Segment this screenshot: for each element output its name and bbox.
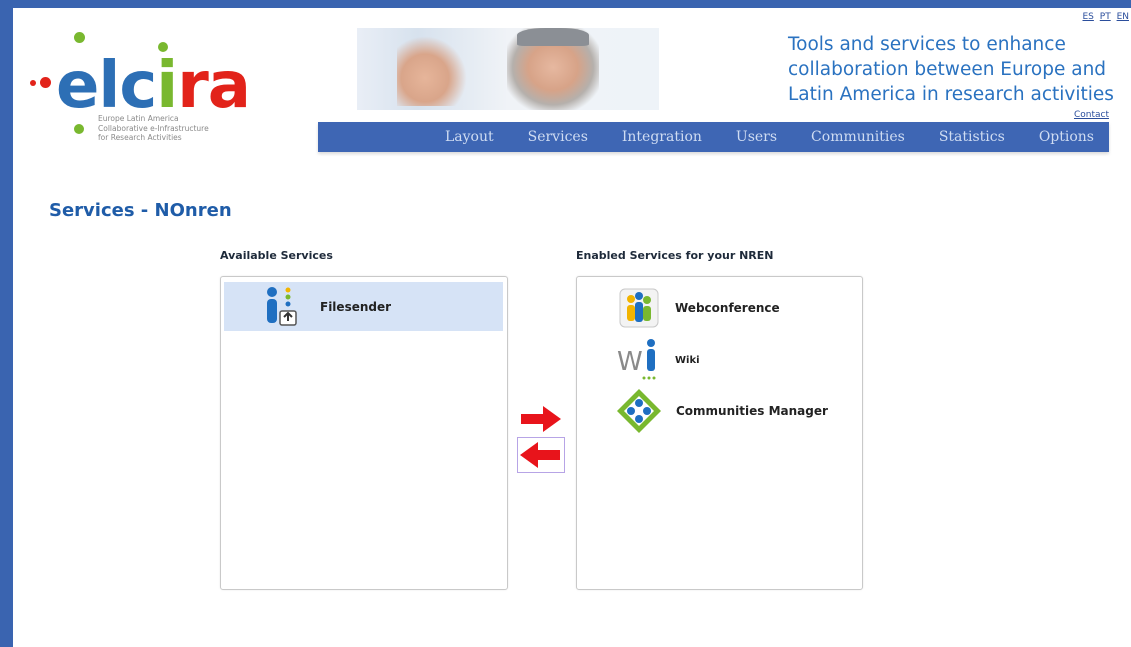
- page-title: Services - NOnren: [49, 200, 232, 221]
- contact-link[interactable]: Contact: [1074, 110, 1109, 120]
- service-item-webconference[interactable]: Webconference: [617, 285, 780, 331]
- nav-integration[interactable]: Integration: [622, 129, 702, 145]
- window-frame-left: [0, 0, 13, 647]
- nav-communities[interactable]: Communities: [811, 129, 905, 145]
- main-nav: Layout Services Integration Users Commun…: [318, 122, 1109, 152]
- window-frame-top: [0, 0, 1131, 8]
- svg-text:W: W: [617, 347, 643, 377]
- service-item-communities-manager[interactable]: Communities Manager: [615, 387, 828, 435]
- service-item-label: Filesender: [320, 299, 392, 314]
- webconference-icon: [617, 286, 661, 330]
- available-services-label: Available Services: [220, 249, 333, 262]
- nav-layout[interactable]: Layout: [445, 129, 494, 145]
- service-item-wiki[interactable]: W Wiki: [617, 337, 700, 383]
- service-item-label: Webconference: [675, 301, 780, 315]
- enabled-services-list[interactable]: Webconference W Wiki Communities Manager: [576, 276, 863, 590]
- nav-users[interactable]: Users: [736, 129, 777, 145]
- tagline: Tools and services to enhance collaborat…: [788, 34, 1114, 105]
- communities-manager-icon: [615, 387, 663, 435]
- service-item-filesender[interactable]: Filesender: [224, 282, 503, 331]
- logo-subtitle: Europe Latin America Collaborative e-Inf…: [98, 114, 209, 142]
- filesender-icon: [262, 285, 306, 329]
- nav-statistics[interactable]: Statistics: [939, 129, 1005, 145]
- logo-wordmark: elcira: [56, 49, 251, 123]
- photo-hair: [517, 28, 589, 46]
- remove-service-button[interactable]: [517, 437, 565, 473]
- lang-es-link[interactable]: ES: [1082, 12, 1093, 22]
- available-services-list[interactable]: Filesender: [220, 276, 508, 590]
- logo-dot-icon: [74, 124, 84, 134]
- add-service-button[interactable]: [517, 402, 565, 438]
- photo-hand: [397, 36, 467, 106]
- elcira-logo[interactable]: elcira Europe Latin America Collaborativ…: [26, 28, 276, 153]
- logo-dot-icon: [40, 77, 51, 88]
- logo-dot-icon: [74, 32, 85, 43]
- header-photo: [357, 28, 659, 110]
- lang-en-link[interactable]: EN: [1117, 12, 1129, 22]
- logo-dot-icon: [30, 80, 36, 86]
- language-switcher: ES PT EN: [1079, 12, 1129, 22]
- service-item-label: Wiki: [675, 354, 700, 366]
- nav-services[interactable]: Services: [528, 129, 588, 145]
- wiki-icon: W: [617, 337, 661, 383]
- lang-pt-link[interactable]: PT: [1100, 12, 1111, 22]
- enabled-services-label: Enabled Services for your NREN: [576, 249, 774, 262]
- arrow-left-icon: [520, 442, 560, 468]
- arrow-right-icon: [521, 406, 561, 432]
- service-item-label: Communities Manager: [676, 404, 828, 418]
- nav-options[interactable]: Options: [1039, 129, 1094, 145]
